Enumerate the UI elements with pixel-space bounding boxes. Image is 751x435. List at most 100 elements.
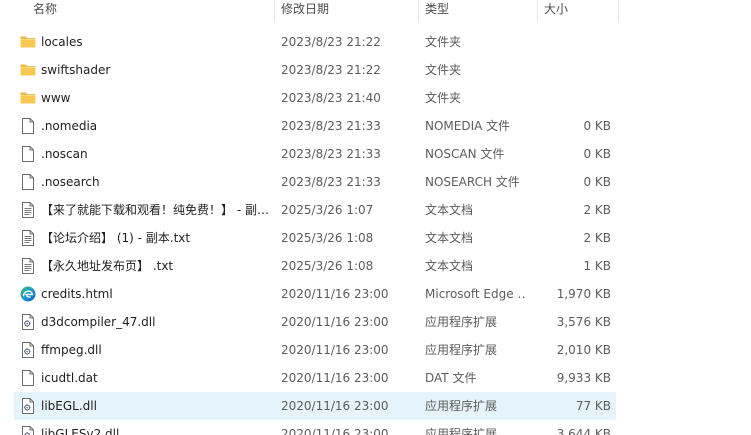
file-modified: 2025/3/26 1:07 xyxy=(281,203,374,217)
file-row[interactable]: libGLESv2.dll 2020/11/16 23:00 应用程序扩展 3,… xyxy=(0,420,751,435)
file-type: 文件夹 xyxy=(425,91,462,105)
column-divider[interactable] xyxy=(618,0,619,22)
file-name: 【来了就能下载和观看！纯免费！】 - 副… xyxy=(41,203,269,217)
file-type: NOSCAN 文件 xyxy=(425,147,505,161)
file-modified: 2023/8/23 21:22 xyxy=(281,35,381,49)
file-size: 3,576 KB xyxy=(556,315,611,329)
file-modified: 2020/11/16 23:00 xyxy=(281,399,389,413)
file-type: 文本文档 xyxy=(425,259,474,273)
file-size: 2 KB xyxy=(583,203,611,217)
text-document-icon xyxy=(19,201,37,219)
file-name: libEGL.dll xyxy=(41,399,97,413)
file-size: 1 KB xyxy=(583,259,611,273)
file-row[interactable]: swiftshader 2023/8/23 21:22 文件夹 xyxy=(0,56,751,84)
file-name: swiftshader xyxy=(41,63,111,77)
text-document-icon xyxy=(19,257,37,275)
file-icon xyxy=(19,173,37,191)
folder-icon xyxy=(19,61,37,79)
file-modified: 2020/11/16 23:00 xyxy=(281,287,389,301)
file-name: locales xyxy=(41,35,83,49)
file-type: 应用程序扩展 xyxy=(425,427,498,435)
column-header-bar: 名称 修改日期 类型 大小 xyxy=(0,0,751,22)
file-name: 【论坛介绍】 (1) - 副本.txt xyxy=(41,231,191,245)
file-name: .nosearch xyxy=(41,175,100,189)
column-divider[interactable] xyxy=(274,0,275,22)
file-size: 1,970 KB xyxy=(556,287,611,301)
file-modified: 2023/8/23 21:33 xyxy=(281,119,381,133)
file-type: 应用程序扩展 xyxy=(425,343,498,357)
file-row[interactable]: d3dcompiler_47.dll 2020/11/16 23:00 应用程序… xyxy=(0,308,751,336)
file-row[interactable]: locales 2023/8/23 21:22 文件夹 xyxy=(0,28,751,56)
file-modified: 2025/3/26 1:08 xyxy=(281,231,374,245)
file-name: icudtl.dat xyxy=(41,371,98,385)
file-size: 9,933 KB xyxy=(556,371,611,385)
file-size: 77 KB xyxy=(575,399,611,413)
file-row-selected[interactable]: libEGL.dll 2020/11/16 23:00 应用程序扩展 77 KB xyxy=(0,392,751,420)
dll-file-icon xyxy=(19,341,37,359)
file-name: .noscan xyxy=(41,147,88,161)
file-type: 文本文档 xyxy=(425,231,474,245)
file-size xyxy=(530,56,611,84)
file-type: DAT 文件 xyxy=(425,371,477,385)
file-modified: 2020/11/16 23:00 xyxy=(281,371,389,385)
file-modified: 2023/8/23 21:22 xyxy=(281,63,381,77)
file-explorer: 名称 修改日期 类型 大小 locales 2023/8/23 21:22 文件… xyxy=(0,0,751,435)
file-size: 0 KB xyxy=(583,147,611,161)
file-name: libGLESv2.dll xyxy=(41,427,120,435)
file-row[interactable]: 【论坛介绍】 (1) - 副本.txt 2025/3/26 1:08 文本文档 … xyxy=(0,224,751,252)
file-row[interactable]: credits.html 2020/11/16 23:00 Microsoft … xyxy=(0,280,751,308)
file-size: 3,644 KB xyxy=(556,427,611,435)
file-row[interactable]: 【永久地址发布页】 .txt 2025/3/26 1:08 文本文档 1 KB xyxy=(0,252,751,280)
file-list: locales 2023/8/23 21:22 文件夹 swiftshader … xyxy=(0,28,751,435)
file-type: NOMEDIA 文件 xyxy=(425,119,511,133)
file-size: 2 KB xyxy=(583,231,611,245)
file-row[interactable]: .noscan 2023/8/23 21:33 NOSCAN 文件 0 KB xyxy=(0,140,751,168)
file-type: Microsoft Edge … xyxy=(425,287,525,301)
dll-file-icon xyxy=(19,397,37,415)
file-size xyxy=(530,84,611,112)
file-name: www xyxy=(41,91,71,105)
file-name: 【永久地址发布页】 .txt xyxy=(41,259,174,273)
file-type: 文本文档 xyxy=(425,203,474,217)
column-divider[interactable] xyxy=(418,0,419,22)
file-size: 0 KB xyxy=(583,119,611,133)
file-row[interactable]: .nomedia 2023/8/23 21:33 NOMEDIA 文件 0 KB xyxy=(0,112,751,140)
file-icon xyxy=(19,369,37,387)
text-document-icon xyxy=(19,229,37,247)
file-type: NOSEARCH 文件 xyxy=(425,175,520,189)
folder-icon xyxy=(19,33,37,51)
column-header-name[interactable]: 名称 xyxy=(33,0,57,22)
file-size: 0 KB xyxy=(583,175,611,189)
file-name: ffmpeg.dll xyxy=(41,343,102,357)
file-modified: 2025/3/26 1:08 xyxy=(281,259,374,273)
file-row[interactable]: www 2023/8/23 21:40 文件夹 xyxy=(0,84,751,112)
file-icon xyxy=(19,145,37,163)
file-icon xyxy=(19,117,37,135)
file-row[interactable]: ffmpeg.dll 2020/11/16 23:00 应用程序扩展 2,010… xyxy=(0,336,751,364)
file-modified: 2023/8/23 21:40 xyxy=(281,91,381,105)
column-header-size[interactable]: 大小 xyxy=(544,0,568,22)
file-modified: 2020/11/16 23:00 xyxy=(281,315,389,329)
file-size xyxy=(530,28,611,56)
file-row[interactable]: .nosearch 2023/8/23 21:33 NOSEARCH 文件 0 … xyxy=(0,168,751,196)
file-type: 文件夹 xyxy=(425,63,462,77)
file-row[interactable]: 【来了就能下载和观看！纯免费！】 - 副… 2025/3/26 1:07 文本文… xyxy=(0,196,751,224)
file-type: 文件夹 xyxy=(425,35,462,49)
column-divider[interactable] xyxy=(537,0,538,22)
edge-icon xyxy=(19,285,37,303)
file-modified: 2020/11/16 23:00 xyxy=(281,427,389,435)
column-header-modified[interactable]: 修改日期 xyxy=(281,0,329,22)
file-type: 应用程序扩展 xyxy=(425,399,498,413)
dll-file-icon xyxy=(19,313,37,331)
folder-icon xyxy=(19,89,37,107)
column-header-type[interactable]: 类型 xyxy=(425,0,449,22)
file-row[interactable]: icudtl.dat 2020/11/16 23:00 DAT 文件 9,933… xyxy=(0,364,751,392)
file-name: d3dcompiler_47.dll xyxy=(41,315,156,329)
file-type: 应用程序扩展 xyxy=(425,315,498,329)
file-name: .nomedia xyxy=(41,119,98,133)
dll-file-icon xyxy=(19,425,37,435)
file-modified: 2023/8/23 21:33 xyxy=(281,175,381,189)
file-name: credits.html xyxy=(41,287,113,301)
file-modified: 2023/8/23 21:33 xyxy=(281,147,381,161)
file-size: 2,010 KB xyxy=(556,343,611,357)
